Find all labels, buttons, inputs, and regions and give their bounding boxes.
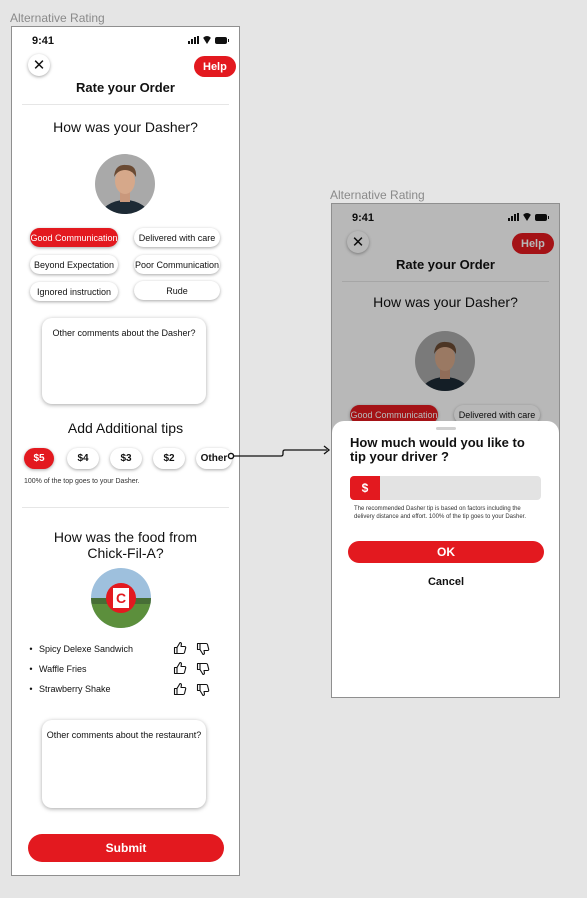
dasher-avatar: [95, 154, 155, 214]
dasher-question: How was your Dasher?: [53, 119, 198, 135]
ok-button[interactable]: OK: [348, 541, 544, 563]
food-question: How was the food from Chick-Fil-A?: [53, 529, 198, 561]
page-title: Rate your Order: [76, 80, 175, 95]
tip-bottom-sheet: How much would you like to tip your driv…: [332, 421, 559, 697]
close-button[interactable]: ✕: [28, 54, 50, 76]
food-item-name: Waffle Fries: [39, 664, 87, 674]
thumbs-up-icon[interactable]: [173, 661, 187, 675]
chip-good-communication[interactable]: Good Communication: [30, 228, 118, 247]
sheet-title: How much would you like to tip your driv…: [350, 435, 525, 464]
svg-text:C: C: [116, 590, 126, 606]
thumbs-down-icon[interactable]: [196, 642, 210, 656]
food-item-name: Spicy Delexe Sandwich: [39, 644, 134, 654]
currency-label: $: [350, 476, 380, 500]
bullet: •: [29, 644, 33, 654]
tip-amount-field[interactable]: $: [350, 476, 541, 500]
chip-rude[interactable]: Rude: [134, 281, 220, 300]
restaurant-image: C: [91, 568, 151, 628]
status-time: 9:41: [32, 35, 55, 47]
food-item: • Spicy Delexe Sandwich: [26, 641, 133, 657]
thumbs-down-icon[interactable]: [196, 662, 210, 676]
status-icons: [188, 36, 229, 44]
help-button[interactable]: Help: [194, 56, 236, 77]
bullet: •: [29, 664, 33, 674]
dasher-comment-box[interactable]: Other comments about the Dasher?: [42, 318, 206, 404]
tip-sheet-note: The recommended Dasher tip is based on f…: [354, 506, 526, 520]
tips-note: 100% of the top goes to your Dasher.: [24, 478, 140, 485]
tip-modal-screen: 9:41 ✕ Help Rate your Order How was your…: [331, 203, 560, 698]
tip-option-4[interactable]: $4: [67, 448, 99, 469]
tip-option-2[interactable]: $2: [153, 448, 185, 469]
restaurant-comment-box[interactable]: Other comments about the restaurant?: [42, 720, 206, 808]
cancel-button[interactable]: Cancel: [348, 576, 544, 588]
bullet: •: [29, 684, 33, 694]
chip-ignored-instruction[interactable]: Ignored instruction: [30, 282, 118, 301]
tip-option-3[interactable]: $3: [110, 448, 142, 469]
frame-label: Alternative Rating: [10, 11, 105, 25]
food-item: • Strawberry Shake: [26, 681, 111, 697]
tip-option-5[interactable]: $5: [24, 448, 54, 469]
thumbs-up-icon[interactable]: [173, 641, 187, 655]
tips-title: Add Additional tips: [67, 420, 184, 436]
wifi-icon: [202, 36, 212, 44]
sheet-grab-handle[interactable]: [436, 427, 456, 430]
chip-beyond-expectation[interactable]: Beyond Expectation: [30, 255, 118, 274]
signal-icon: [188, 36, 199, 44]
submit-button[interactable]: Submit: [28, 834, 224, 862]
battery-icon: [215, 36, 229, 44]
rating-screen: 9:41 ✕ Help Rate your Order How was your…: [11, 26, 240, 876]
header-divider: [22, 104, 229, 105]
thumbs-down-icon[interactable]: [196, 683, 210, 697]
chip-poor-communication[interactable]: Poor Communication: [134, 255, 220, 274]
flow-arrow: [227, 445, 331, 460]
section-divider: [22, 507, 229, 508]
status-bar: 9:41: [12, 35, 239, 49]
food-item-name: Strawberry Shake: [39, 684, 111, 694]
thumbs-up-icon[interactable]: [173, 682, 187, 696]
chip-delivered-with-care[interactable]: Delivered with care: [134, 228, 220, 247]
frame-label: Alternative Rating: [330, 188, 425, 202]
food-item: • Waffle Fries: [26, 661, 87, 677]
close-icon: ✕: [32, 56, 46, 74]
